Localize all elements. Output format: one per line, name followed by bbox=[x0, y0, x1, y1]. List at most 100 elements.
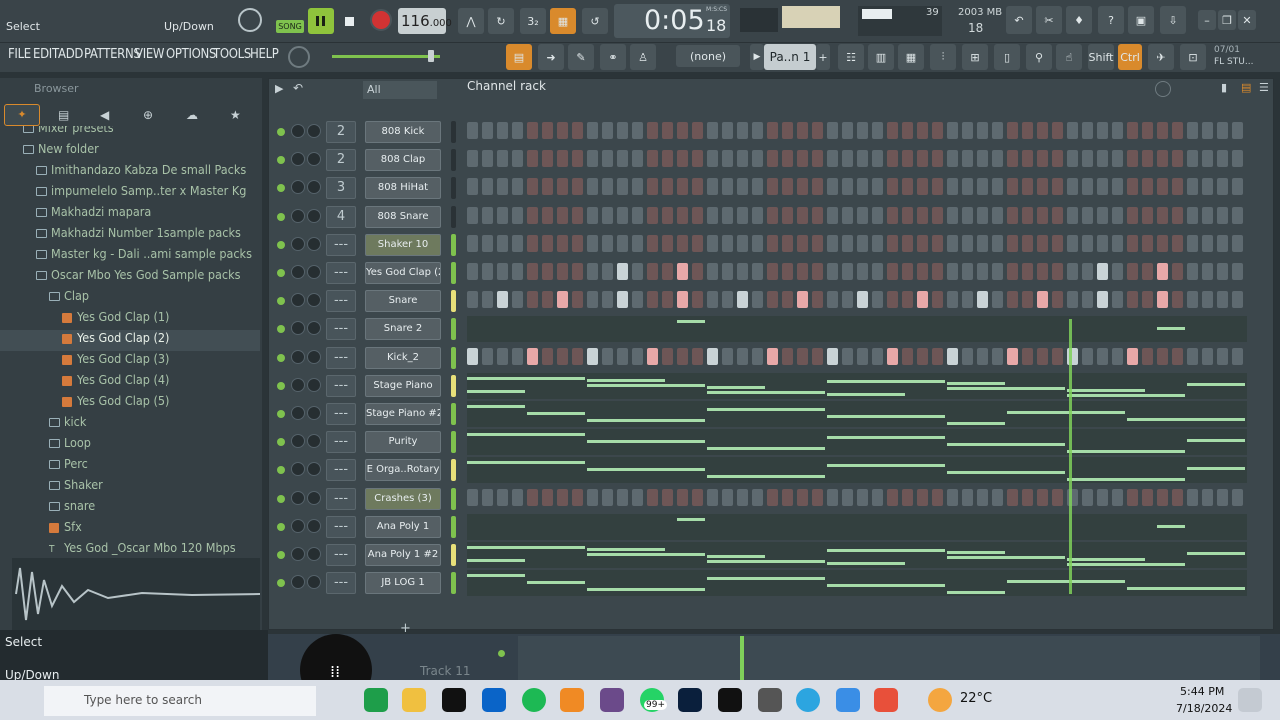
pitch-knob[interactable] bbox=[288, 46, 310, 68]
step-button[interactable] bbox=[662, 234, 673, 252]
step-button[interactable] bbox=[1112, 291, 1123, 309]
play-button[interactable] bbox=[308, 8, 334, 34]
arrow-icon[interactable]: ➜ bbox=[538, 44, 564, 70]
channel-select-indicator[interactable] bbox=[451, 572, 456, 595]
volume-knob[interactable] bbox=[307, 124, 321, 138]
step-button[interactable] bbox=[692, 122, 703, 139]
step-button[interactable] bbox=[1022, 150, 1033, 168]
bird-icon[interactable]: ✈ bbox=[1148, 44, 1174, 70]
step-button[interactable] bbox=[1202, 122, 1213, 139]
step-button[interactable] bbox=[542, 150, 553, 168]
step-button[interactable] bbox=[992, 347, 1003, 365]
step-button[interactable] bbox=[872, 206, 883, 224]
step-button[interactable] bbox=[1232, 263, 1243, 280]
step-button[interactable] bbox=[737, 488, 748, 506]
menu-edit[interactable]: EDIT bbox=[33, 47, 59, 62]
step-button[interactable] bbox=[527, 206, 538, 224]
step-button[interactable] bbox=[1217, 206, 1228, 224]
volume-knob[interactable] bbox=[307, 349, 321, 364]
step-button[interactable] bbox=[572, 347, 583, 365]
step-button[interactable] bbox=[497, 206, 508, 224]
pan-knob[interactable] bbox=[291, 321, 305, 336]
step-button[interactable] bbox=[527, 263, 538, 280]
step-button[interactable] bbox=[587, 488, 598, 506]
step-button[interactable] bbox=[1187, 347, 1198, 365]
step-button[interactable] bbox=[737, 291, 748, 309]
step-button[interactable] bbox=[1112, 488, 1123, 506]
browser-item[interactable]: Yes God Clap (4) bbox=[0, 372, 260, 393]
step-button[interactable] bbox=[1172, 206, 1183, 224]
step-button[interactable] bbox=[1067, 122, 1078, 139]
browser-item[interactable]: Oscar Mbo Yes God Sample packs bbox=[0, 267, 260, 288]
browser-item[interactable]: Loop bbox=[0, 435, 260, 456]
channel-select-indicator[interactable] bbox=[451, 431, 456, 454]
menu-view[interactable]: VIEW bbox=[135, 47, 165, 62]
volume-knob[interactable] bbox=[307, 236, 321, 251]
step-button[interactable] bbox=[632, 291, 643, 309]
step-button[interactable] bbox=[917, 150, 928, 168]
weather-icon[interactable] bbox=[928, 688, 952, 712]
channel-mute-led[interactable] bbox=[277, 353, 285, 362]
step-button[interactable] bbox=[902, 291, 913, 309]
step-button[interactable] bbox=[527, 291, 538, 309]
channel-mute-led[interactable] bbox=[277, 466, 285, 475]
step-button[interactable] bbox=[1217, 488, 1228, 506]
step-button[interactable] bbox=[1232, 488, 1243, 506]
step-button[interactable] bbox=[932, 263, 943, 280]
file-explorer-icon[interactable] bbox=[402, 688, 426, 712]
step-button[interactable] bbox=[1232, 234, 1243, 252]
step-button[interactable] bbox=[497, 291, 508, 309]
piano-roll-preview[interactable] bbox=[467, 570, 1247, 597]
step-button[interactable] bbox=[782, 234, 793, 252]
piano-roll-preview[interactable] bbox=[467, 513, 1247, 540]
step-button[interactable] bbox=[707, 291, 718, 309]
channel-mute-led[interactable] bbox=[277, 522, 285, 531]
step-button[interactable] bbox=[512, 206, 523, 224]
step-button[interactable] bbox=[527, 150, 538, 168]
step-button[interactable] bbox=[797, 263, 808, 280]
step-button[interactable] bbox=[677, 122, 688, 139]
step-button[interactable] bbox=[842, 263, 853, 280]
browser-star-icon[interactable]: ★ bbox=[230, 108, 241, 122]
undo-icon[interactable]: ↶ bbox=[1006, 6, 1032, 34]
step-button[interactable] bbox=[707, 150, 718, 168]
step-button[interactable] bbox=[962, 488, 973, 506]
browser-item[interactable]: T Yes God _Oscar Mbo 120 Mbps bbox=[0, 540, 260, 556]
step-button[interactable] bbox=[752, 291, 763, 309]
step-button[interactable] bbox=[857, 150, 868, 168]
step-button[interactable] bbox=[647, 206, 658, 224]
step-button[interactable] bbox=[722, 488, 733, 506]
step-button[interactable] bbox=[977, 347, 988, 365]
step-button[interactable] bbox=[737, 150, 748, 168]
piano-roll-preview[interactable] bbox=[467, 429, 1247, 456]
step-button[interactable] bbox=[902, 206, 913, 224]
step-button[interactable] bbox=[812, 263, 823, 280]
step-button[interactable] bbox=[1202, 234, 1213, 252]
browser-item[interactable]: Sfx bbox=[0, 519, 260, 540]
step-button[interactable] bbox=[962, 263, 973, 280]
channel-name-button[interactable]: 808 Kick bbox=[365, 121, 441, 143]
step-button[interactable] bbox=[977, 263, 988, 280]
step-button[interactable] bbox=[1142, 234, 1153, 252]
step-button[interactable] bbox=[827, 347, 838, 365]
step-button[interactable] bbox=[1187, 122, 1198, 139]
step-button[interactable] bbox=[887, 263, 898, 280]
step-button[interactable] bbox=[1067, 206, 1078, 224]
channel-mute-led[interactable] bbox=[277, 269, 285, 277]
countdown-icon[interactable]: 3₂ bbox=[520, 8, 546, 34]
step-button[interactable] bbox=[722, 347, 733, 365]
time-display[interactable]: 0:05 18 M:S:CS bbox=[614, 4, 730, 38]
step-button[interactable] bbox=[872, 263, 883, 280]
step-button[interactable] bbox=[1157, 263, 1168, 280]
stamp-icon[interactable]: ♙ bbox=[630, 44, 656, 70]
step-button[interactable] bbox=[497, 122, 508, 139]
step-button[interactable] bbox=[887, 150, 898, 168]
step-button[interactable] bbox=[827, 178, 838, 196]
step-button[interactable] bbox=[917, 206, 928, 224]
mixer-track-number[interactable]: --- bbox=[326, 233, 356, 256]
step-button[interactable] bbox=[557, 150, 568, 168]
step-button[interactable] bbox=[632, 150, 643, 168]
shift-button[interactable]: Shift bbox=[1088, 44, 1114, 70]
step-button[interactable] bbox=[512, 178, 523, 196]
step-button[interactable] bbox=[557, 234, 568, 252]
